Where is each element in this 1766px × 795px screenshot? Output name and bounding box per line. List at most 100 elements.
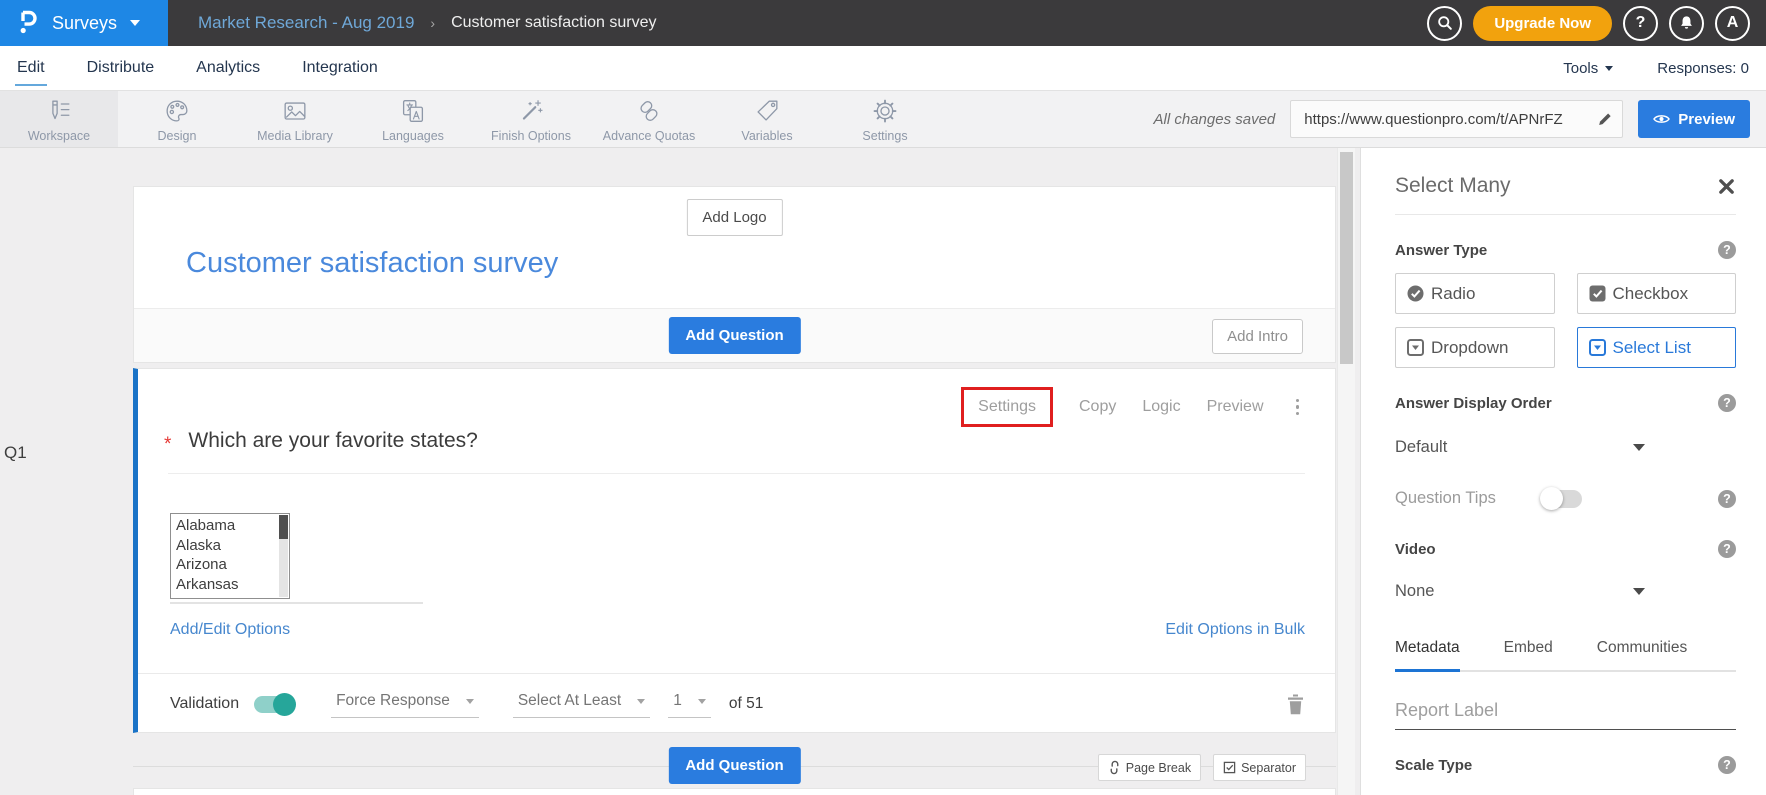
languages-icon <box>398 96 428 126</box>
select-count-select[interactable]: 1 <box>668 690 711 718</box>
toolbar-item-media-library[interactable]: Media Library <box>236 91 354 147</box>
breadcrumb-folder[interactable]: Market Research - Aug 2019 <box>198 13 414 33</box>
help-button[interactable]: ? <box>1623 6 1658 41</box>
help-icon[interactable]: ? <box>1718 490 1736 508</box>
design-icon <box>162 96 192 126</box>
tab-distribute[interactable]: Distribute <box>85 50 157 86</box>
breadcrumb-separator: › <box>430 15 435 31</box>
settings-icon <box>870 96 900 126</box>
answer-type-select-list[interactable]: Select List <box>1577 327 1737 368</box>
avatar[interactable]: A <box>1715 6 1750 41</box>
question-copy-button[interactable]: Copy <box>1079 398 1116 416</box>
tab-edit[interactable]: Edit <box>15 50 47 86</box>
add-question-button-bottom[interactable]: Add Question <box>668 747 800 784</box>
chevron-down-icon <box>1605 66 1613 71</box>
tools-menu[interactable]: Tools <box>1563 60 1613 77</box>
page-break-button[interactable]: Page Break <box>1098 754 1201 781</box>
add-question-button-top[interactable]: Add Question <box>668 317 800 354</box>
search-button[interactable] <box>1427 6 1462 41</box>
survey-title[interactable]: Customer satisfaction survey <box>186 247 558 280</box>
required-asterisk: * <box>164 434 171 456</box>
notifications-button[interactable] <box>1669 6 1704 41</box>
surveys-app-menu[interactable]: Surveys <box>0 0 168 46</box>
separator-button[interactable]: Separator <box>1213 754 1306 781</box>
workspace-icon <box>44 96 74 126</box>
avatar-initial: A <box>1727 14 1739 32</box>
list-scrollbar-thumb[interactable] <box>279 515 288 539</box>
tab-embed[interactable]: Embed <box>1504 639 1553 670</box>
tab-analytics[interactable]: Analytics <box>194 50 262 86</box>
chevron-down-icon <box>130 20 140 26</box>
separator-checkbox-icon <box>1223 761 1236 774</box>
preview-label: Preview <box>1678 111 1735 128</box>
answer-select-list[interactable]: Alabama Alaska Arizona Arkansas <box>170 513 290 599</box>
panel-divider <box>1395 214 1736 215</box>
toolbar-item-design[interactable]: Design <box>118 91 236 147</box>
answer-type-dropdown[interactable]: Dropdown <box>1395 327 1555 368</box>
toolbar-item-advance-quotas[interactable]: Advance Quotas <box>590 91 708 147</box>
display-order-value: Default <box>1395 438 1447 457</box>
question-settings-button[interactable]: Settings <box>978 398 1036 415</box>
toolbar-item-workspace[interactable]: Workspace <box>0 91 118 147</box>
add-logo-button[interactable]: Add Logo <box>686 199 782 236</box>
survey-toolbar: Workspace Design Media Library Languages… <box>0 90 1766 148</box>
question-logic-button[interactable]: Logic <box>1142 398 1180 416</box>
validation-label: Validation <box>170 695 239 713</box>
media-library-icon <box>280 96 310 126</box>
answer-type-label-text: Checkbox <box>1613 284 1689 304</box>
main-scrollbar-thumb[interactable] <box>1340 152 1353 364</box>
tab-communities[interactable]: Communities <box>1597 639 1687 670</box>
force-response-value: Force Response <box>336 692 450 710</box>
list-item[interactable]: Alabama <box>176 516 275 536</box>
question-card: Settings Copy Logic Preview * Which are … <box>133 368 1336 733</box>
report-label-input[interactable] <box>1395 700 1736 730</box>
answer-type-checkbox[interactable]: Checkbox <box>1577 273 1737 314</box>
edit-url-pencil-icon[interactable] <box>1596 111 1613 128</box>
help-icon[interactable]: ? <box>1718 540 1736 558</box>
list-item[interactable]: Arkansas <box>176 575 275 595</box>
question-tips-toggle[interactable] <box>1542 490 1582 508</box>
answer-type-radio[interactable]: Radio <box>1395 273 1555 314</box>
list-underline <box>170 602 423 604</box>
toolbar-right: All changes saved Preview <box>1154 91 1766 147</box>
display-order-select[interactable]: Default <box>1395 438 1645 457</box>
toolbar-item-finish-options[interactable]: Finish Options <box>472 91 590 147</box>
help-icon[interactable]: ? <box>1718 394 1736 412</box>
chevron-down-icon <box>1633 588 1645 595</box>
validation-toggle[interactable] <box>254 696 294 713</box>
delete-question-button[interactable] <box>1286 693 1305 715</box>
toolbar-item-languages[interactable]: Languages <box>354 91 472 147</box>
nav-right: Tools Responses: 0 <box>1563 60 1749 77</box>
force-response-select[interactable]: Force Response <box>331 690 479 718</box>
question-text-row: * Which are your favorite states? <box>164 429 478 456</box>
upgrade-now-button[interactable]: Upgrade Now <box>1473 6 1612 41</box>
select-rule-select[interactable]: Select At Least <box>513 690 650 718</box>
survey-url-input[interactable] <box>1304 111 1596 128</box>
add-intro-button[interactable]: Add Intro <box>1212 319 1303 354</box>
breadcrumb: Market Research - Aug 2019 › Customer sa… <box>168 13 656 33</box>
preview-button[interactable]: Preview <box>1638 100 1750 138</box>
toolbar-item-variables[interactable]: Variables <box>708 91 826 147</box>
eye-icon <box>1653 113 1670 125</box>
kebab-menu-icon[interactable] <box>1290 397 1306 418</box>
add-edit-options-link[interactable]: Add/Edit Options <box>170 621 290 639</box>
question-preview-button[interactable]: Preview <box>1207 398 1264 416</box>
display-order-label: Answer Display Order <box>1395 395 1552 412</box>
toolbar-label: Languages <box>382 129 444 143</box>
close-icon[interactable] <box>1717 177 1736 196</box>
chevron-down-icon <box>698 699 706 704</box>
question-tips-label: Question Tips <box>1395 489 1496 508</box>
list-scrollbar[interactable] <box>279 515 288 597</box>
main-scrollbar[interactable] <box>1337 148 1355 795</box>
toolbar-item-settings[interactable]: Settings <box>826 91 944 147</box>
chevron-down-icon <box>1633 444 1645 451</box>
tab-integration[interactable]: Integration <box>300 50 380 86</box>
tab-metadata[interactable]: Metadata <box>1395 639 1460 672</box>
video-select[interactable]: None <box>1395 582 1645 601</box>
edit-options-in-bulk-link[interactable]: Edit Options in Bulk <box>1165 621 1305 639</box>
help-icon[interactable]: ? <box>1718 241 1736 259</box>
list-item[interactable]: Arizona <box>176 555 275 575</box>
list-item[interactable]: Alaska <box>176 536 275 556</box>
help-icon[interactable]: ? <box>1718 756 1736 774</box>
question-text[interactable]: Which are your favorite states? <box>188 429 477 453</box>
